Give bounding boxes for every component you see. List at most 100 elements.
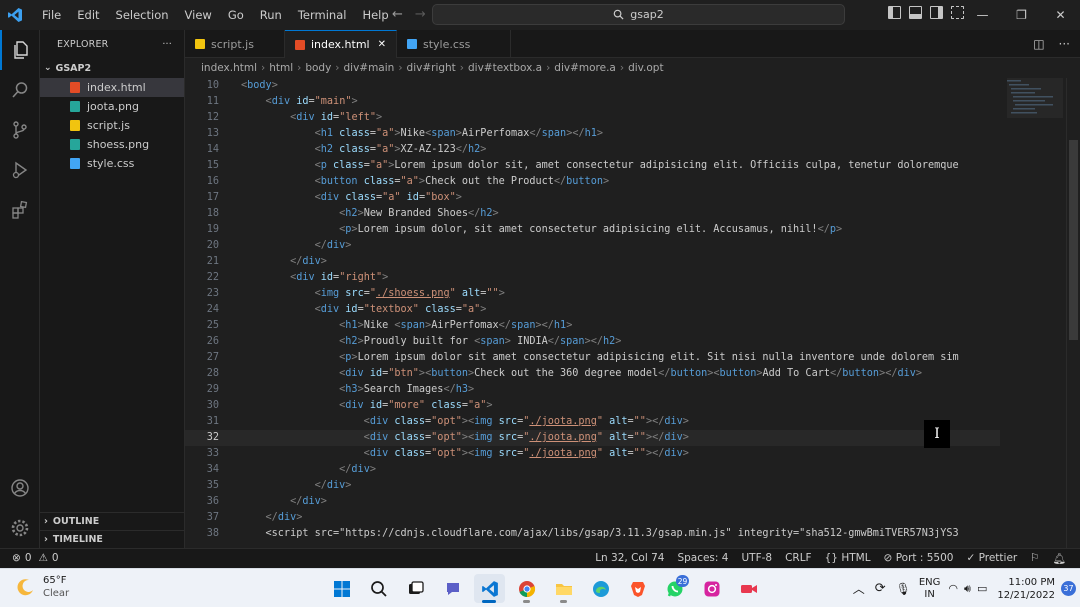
encoding[interactable]: UTF-8 [741, 552, 772, 565]
code-line[interactable]: 20 </div> [185, 238, 1000, 254]
tab-index-html[interactable]: index.html ✕ [284, 30, 397, 58]
minimap[interactable] [1005, 78, 1065, 548]
file-script-js[interactable]: script.js [40, 116, 184, 135]
indentation[interactable]: Spaces: 4 [677, 552, 728, 565]
toggle-primary-sidebar-icon[interactable] [888, 6, 901, 19]
cursor-position[interactable]: Ln 32, Col 74 [595, 552, 664, 565]
code-line[interactable]: 25 <h1>Nike <span>AirPerfomax</span></h1… [185, 318, 1000, 334]
code-line[interactable]: 22 <div id="right"> [185, 270, 1000, 286]
chevron-up-icon[interactable]: ︿ [853, 580, 865, 597]
camera-taskbar-button[interactable] [733, 574, 764, 603]
menu-edit[interactable]: Edit [69, 8, 107, 22]
breadcrumb-item[interactable]: html [269, 62, 293, 74]
code-line[interactable]: 27 <p>Lorem ipsum dolor sit amet consect… [185, 350, 1000, 366]
file-index-html[interactable]: index.html [40, 78, 184, 97]
problems-indicator[interactable]: ⊗ 0 ⚠ 0 [12, 552, 59, 564]
wifi-icon[interactable]: ◠ [948, 582, 958, 595]
code-line[interactable]: 12 <div id="left"> [185, 110, 1000, 126]
code-line[interactable]: 15 <p class="a">Lorem ipsum dolor sit, a… [185, 158, 1000, 174]
editor-scrollbar[interactable] [1066, 78, 1080, 548]
edge-taskbar-button[interactable] [585, 574, 616, 603]
search-button[interactable] [363, 574, 394, 603]
search-icon[interactable] [0, 70, 40, 110]
start-button[interactable] [326, 574, 357, 603]
breadcrumb-item[interactable]: div#right [407, 62, 456, 74]
breadcrumb-item[interactable]: div.opt [628, 62, 664, 74]
outline-section[interactable]: › OUTLINE [40, 512, 185, 530]
battery-icon[interactable]: ▭ [977, 582, 987, 595]
toggle-panel-icon[interactable] [909, 6, 922, 19]
brave-taskbar-button[interactable] [622, 574, 653, 603]
code-line[interactable]: 38 <script src="https://cdnjs.cloudflare… [185, 526, 1000, 542]
code-line[interactable]: 18 <h2>New Branded Shoes</h2> [185, 206, 1000, 222]
code-line[interactable]: 21 </div> [185, 254, 1000, 270]
extensions-icon[interactable] [0, 190, 40, 230]
task-view-button[interactable] [400, 574, 431, 603]
accounts-icon[interactable] [0, 468, 40, 508]
back-arrow-icon[interactable]: ← [392, 7, 403, 22]
breadcrumb-item[interactable]: div#main [343, 62, 394, 74]
code-line[interactable]: 33 <div class="opt"><img src="./joota.pn… [185, 446, 1000, 462]
code-line[interactable]: 16 <button class="a">Check out the Produ… [185, 174, 1000, 190]
code-line[interactable]: 19 <p>Lorem ipsum dolor, sit amet consec… [185, 222, 1000, 238]
language-mode[interactable]: {} HTML [825, 552, 871, 565]
end-of-line[interactable]: CRLF [785, 552, 812, 565]
bell-icon[interactable]: 🔔︎ [1053, 552, 1066, 565]
close-tab-icon[interactable]: ✕ [378, 39, 386, 50]
menu-help[interactable]: Help [354, 8, 396, 22]
input-language[interactable]: ENG IN [919, 577, 941, 601]
code-line[interactable]: 37 </div> [185, 510, 1000, 526]
scrollbar-thumb[interactable] [1069, 140, 1078, 340]
code-line[interactable]: 23 <img src="./shoess.png" alt=""> [185, 286, 1000, 302]
code-line[interactable]: 14 <h2 class="a">XZ-AZ-123</h2> [185, 142, 1000, 158]
code-line[interactable]: 28 <div id="btn"><button>Check out the 3… [185, 366, 1000, 382]
restore-icon[interactable]: ❐ [1002, 0, 1041, 30]
file-explorer-taskbar-button[interactable] [548, 574, 579, 603]
file-joota-png[interactable]: joota.png [40, 97, 184, 116]
file-style-css[interactable]: style.css [40, 154, 184, 173]
forward-arrow-icon[interactable]: → [415, 7, 426, 22]
instagram-taskbar-button[interactable] [696, 574, 727, 603]
whatsapp-taskbar-button[interactable]: 29 [659, 574, 690, 603]
menu-terminal[interactable]: Terminal [290, 8, 355, 22]
vscode-taskbar-button[interactable] [474, 574, 505, 603]
folder-gsap2[interactable]: ⌄ GSAP2 [40, 58, 184, 78]
tab-script-js[interactable]: script.js [185, 30, 285, 58]
timeline-section[interactable]: › TIMELINE [40, 530, 185, 548]
chrome-taskbar-button[interactable] [511, 574, 542, 603]
breadcrumb-item[interactable]: div#more.a [554, 62, 616, 74]
code-line[interactable]: 24 <div id="textbox" class="a"> [185, 302, 1000, 318]
code-editor[interactable]: 10 <body> 11 <div id="main"> 12 <div id="le… [185, 78, 1080, 548]
sync-icon[interactable]: ⟳ [875, 581, 886, 596]
toggle-secondary-sidebar-icon[interactable] [930, 6, 943, 19]
menu-run[interactable]: Run [252, 8, 290, 22]
menu-view[interactable]: View [177, 8, 220, 22]
split-editor-icon[interactable]: ◫ [1033, 37, 1044, 51]
code-line[interactable]: 17 <div class="a" id="box"> [185, 190, 1000, 206]
notification-badge[interactable]: 37 [1061, 581, 1076, 596]
close-icon[interactable]: ✕ [1041, 0, 1080, 30]
clock[interactable]: 11:00 PM 12/21/2022 [997, 576, 1055, 602]
run-debug-icon[interactable] [0, 150, 40, 190]
teams-chat-button[interactable] [437, 574, 468, 603]
breadcrumb-item[interactable]: index.html [201, 62, 257, 74]
more-actions-icon[interactable]: ··· [1059, 37, 1070, 51]
breadcrumb-item[interactable]: body [305, 62, 331, 74]
code-line[interactable]: 36 </div> [185, 494, 1000, 510]
code-line[interactable]: 31 <div class="opt"><img src="./joota.pn… [185, 414, 1000, 430]
code-line[interactable]: 32 <div class="opt"><img src="./joota.pn… [185, 430, 1000, 446]
code-line[interactable]: 26 <h2>Proudly built for <span> INDIA</s… [185, 334, 1000, 350]
code-line[interactable]: 34 </div> [185, 462, 1000, 478]
live-server-port[interactable]: ⊘ Port : 5500 [884, 552, 954, 565]
volume-icon[interactable]: 🔊︎ [964, 582, 971, 596]
code-line[interactable]: 10 <body> [185, 78, 1000, 94]
code-line[interactable]: 11 <div id="main"> [185, 94, 1000, 110]
microphone-icon[interactable]: 🎙︎ [896, 582, 911, 596]
menu-selection[interactable]: Selection [108, 8, 177, 22]
more-actions-icon[interactable]: ··· [162, 39, 172, 50]
minimize-icon[interactable]: — [963, 0, 1002, 30]
code-line[interactable]: 30 <div id="more" class="a"> [185, 398, 1000, 414]
menu-file[interactable]: File [34, 8, 69, 22]
breadcrumb-item[interactable]: div#textbox.a [468, 62, 542, 74]
prettier-status[interactable]: ✓ Prettier [966, 552, 1017, 565]
